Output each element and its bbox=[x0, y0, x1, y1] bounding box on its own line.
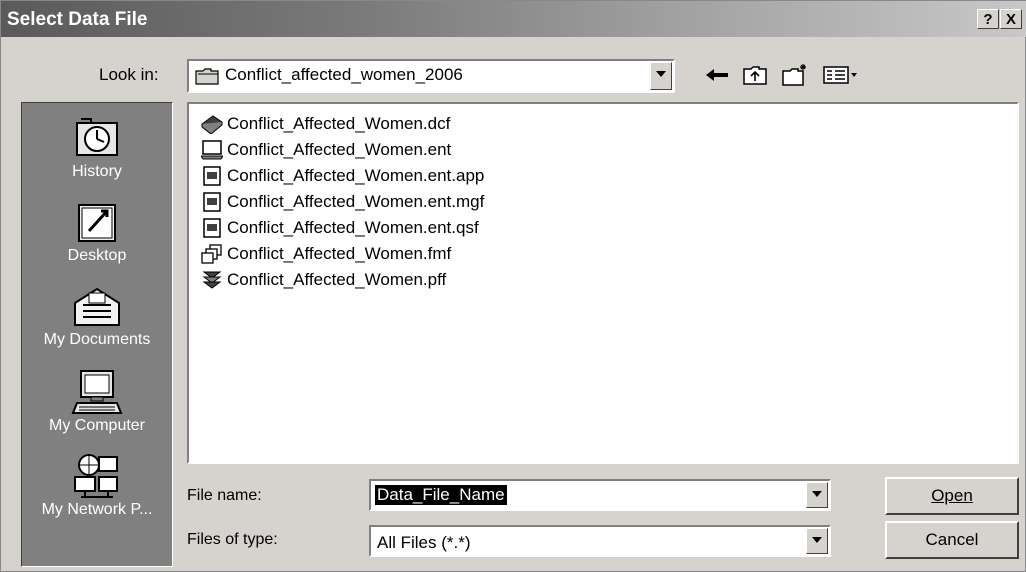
view-menu-button[interactable] bbox=[821, 60, 861, 90]
document-file-icon bbox=[201, 166, 223, 186]
file-name: Conflict_Affected_Women.ent.app bbox=[227, 166, 485, 185]
place-my-documents[interactable]: My Documents bbox=[22, 283, 172, 349]
close-button[interactable]: X bbox=[1000, 9, 1022, 29]
window-title: Select Data File bbox=[7, 9, 148, 30]
files-of-type-label: Files of type: bbox=[187, 531, 278, 548]
place-history-label: History bbox=[72, 163, 122, 180]
desktop-icon bbox=[71, 199, 123, 245]
dictionary-book-icon bbox=[201, 114, 223, 135]
file-name: Conflict_Affected_Women.dcf bbox=[227, 114, 451, 133]
files-of-type-value: All Files (*.*) bbox=[377, 533, 471, 552]
chevron-down-icon bbox=[812, 537, 822, 543]
file-item[interactable]: Conflict_Affected_Women.ent bbox=[200, 138, 452, 162]
new-folder-icon bbox=[782, 64, 806, 86]
file-item[interactable]: Conflict_Affected_Women.ent.mgf bbox=[201, 190, 484, 214]
document-file-icon bbox=[201, 192, 223, 212]
view-menu-icon bbox=[823, 66, 857, 84]
look-in-label: Look in: bbox=[99, 65, 159, 84]
my-documents-icon bbox=[71, 283, 123, 329]
select-data-file-dialog: Select Data File ? X Look in: Conflict_a… bbox=[0, 0, 1026, 572]
place-my-computer[interactable]: My Computer bbox=[22, 369, 172, 435]
chevron-down-icon bbox=[656, 71, 666, 77]
file-name-dropdown-button[interactable] bbox=[806, 482, 828, 508]
file-name: Conflict_Affected_Women.ent.mgf bbox=[227, 192, 485, 211]
file-item[interactable]: Conflict_Affected_Women.fmf bbox=[201, 242, 451, 266]
place-my-network-places-label: My Network P... bbox=[41, 501, 153, 518]
file-item[interactable]: Conflict_Affected_Women.ent.app bbox=[201, 164, 484, 188]
up-folder-icon bbox=[743, 66, 767, 85]
file-name-input-value[interactable]: Data_File_Name bbox=[375, 485, 507, 505]
document-file-icon bbox=[201, 218, 223, 238]
file-name: Conflict_Affected_Women.pff bbox=[227, 270, 447, 289]
files-of-type-select[interactable]: All Files (*.*) bbox=[369, 525, 831, 557]
create-new-folder-button[interactable] bbox=[779, 60, 811, 90]
help-button[interactable]: ? bbox=[977, 9, 999, 29]
file-item[interactable]: Conflict_Affected_Women.pff bbox=[201, 268, 446, 292]
program-file-icon bbox=[201, 270, 223, 290]
file-item[interactable]: Conflict_Affected_Women.ent.qsf bbox=[201, 216, 479, 240]
file-name: Conflict_Affected_Women.ent bbox=[227, 140, 452, 159]
file-name-label: File name: bbox=[187, 487, 262, 504]
my-computer-icon bbox=[71, 369, 123, 415]
place-my-documents-label: My Documents bbox=[43, 331, 151, 348]
back-button[interactable] bbox=[701, 60, 733, 90]
back-arrow-icon bbox=[706, 69, 728, 81]
forms-file-icon bbox=[201, 244, 223, 264]
open-button[interactable]: Open bbox=[885, 477, 1019, 515]
up-one-level-button[interactable] bbox=[739, 60, 771, 90]
open-button-label: Open bbox=[931, 486, 973, 505]
look-in-dropdown-button[interactable] bbox=[650, 62, 672, 90]
place-desktop[interactable]: Desktop bbox=[22, 199, 172, 265]
file-name-field[interactable]: Data_File_Name bbox=[369, 479, 831, 511]
place-my-computer-label: My Computer bbox=[48, 417, 146, 434]
place-desktop-label: Desktop bbox=[67, 247, 127, 264]
look-in-value: Conflict_affected_women_2006 bbox=[225, 65, 463, 84]
place-history[interactable]: History bbox=[22, 115, 172, 181]
computer-entry-icon bbox=[200, 140, 224, 160]
chevron-down-icon bbox=[812, 491, 822, 497]
my-network-places-icon bbox=[71, 453, 123, 499]
place-my-network-places[interactable]: My Network P... bbox=[22, 453, 172, 519]
file-item[interactable]: Conflict_Affected_Women.dcf bbox=[201, 112, 450, 136]
files-of-type-dropdown-button[interactable] bbox=[806, 528, 828, 554]
title-bar[interactable]: Select Data File ? X bbox=[1, 1, 1026, 37]
file-list[interactable]: Conflict_Affected_Women.dcf Conflict_Aff… bbox=[187, 102, 1019, 464]
cancel-button-label: Cancel bbox=[925, 530, 979, 549]
cancel-button[interactable]: Cancel bbox=[885, 521, 1019, 559]
file-name: Conflict_Affected_Women.fmf bbox=[227, 244, 452, 263]
look-in-combo[interactable]: Conflict_affected_women_2006 bbox=[187, 59, 675, 93]
history-icon bbox=[71, 115, 123, 161]
file-name: Conflict_Affected_Women.ent.qsf bbox=[227, 218, 479, 237]
folder-icon bbox=[195, 67, 219, 85]
places-bar: History Desktop My Documents My Computer… bbox=[21, 102, 173, 567]
